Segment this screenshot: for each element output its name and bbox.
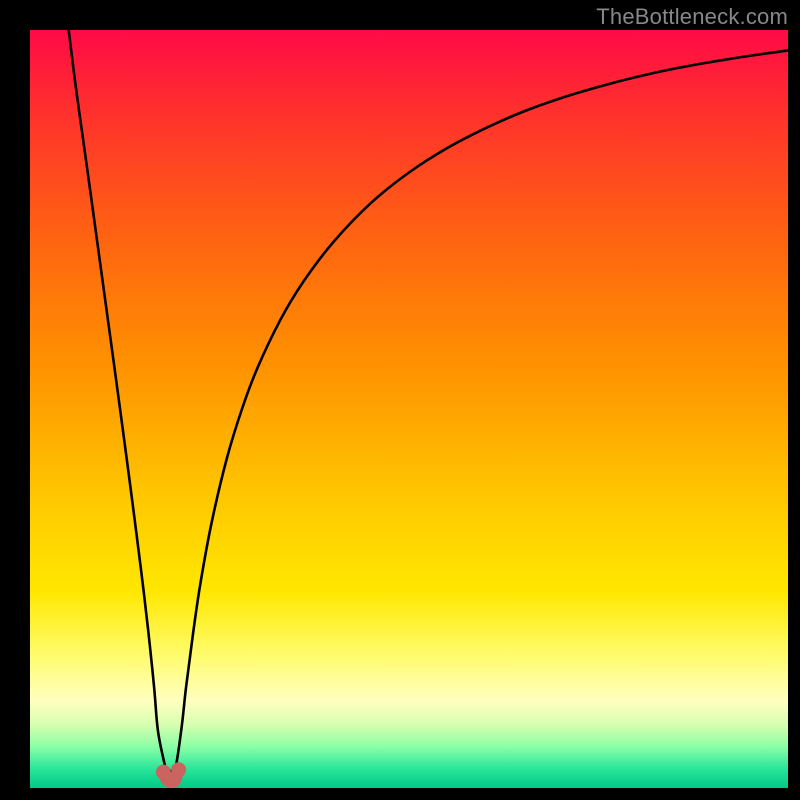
chart-plot-area (30, 30, 788, 788)
gradient-background (30, 30, 788, 788)
outer-frame: TheBottleneck.com (0, 0, 800, 800)
watermark-text: TheBottleneck.com (596, 4, 788, 30)
notch-marker (171, 762, 186, 777)
